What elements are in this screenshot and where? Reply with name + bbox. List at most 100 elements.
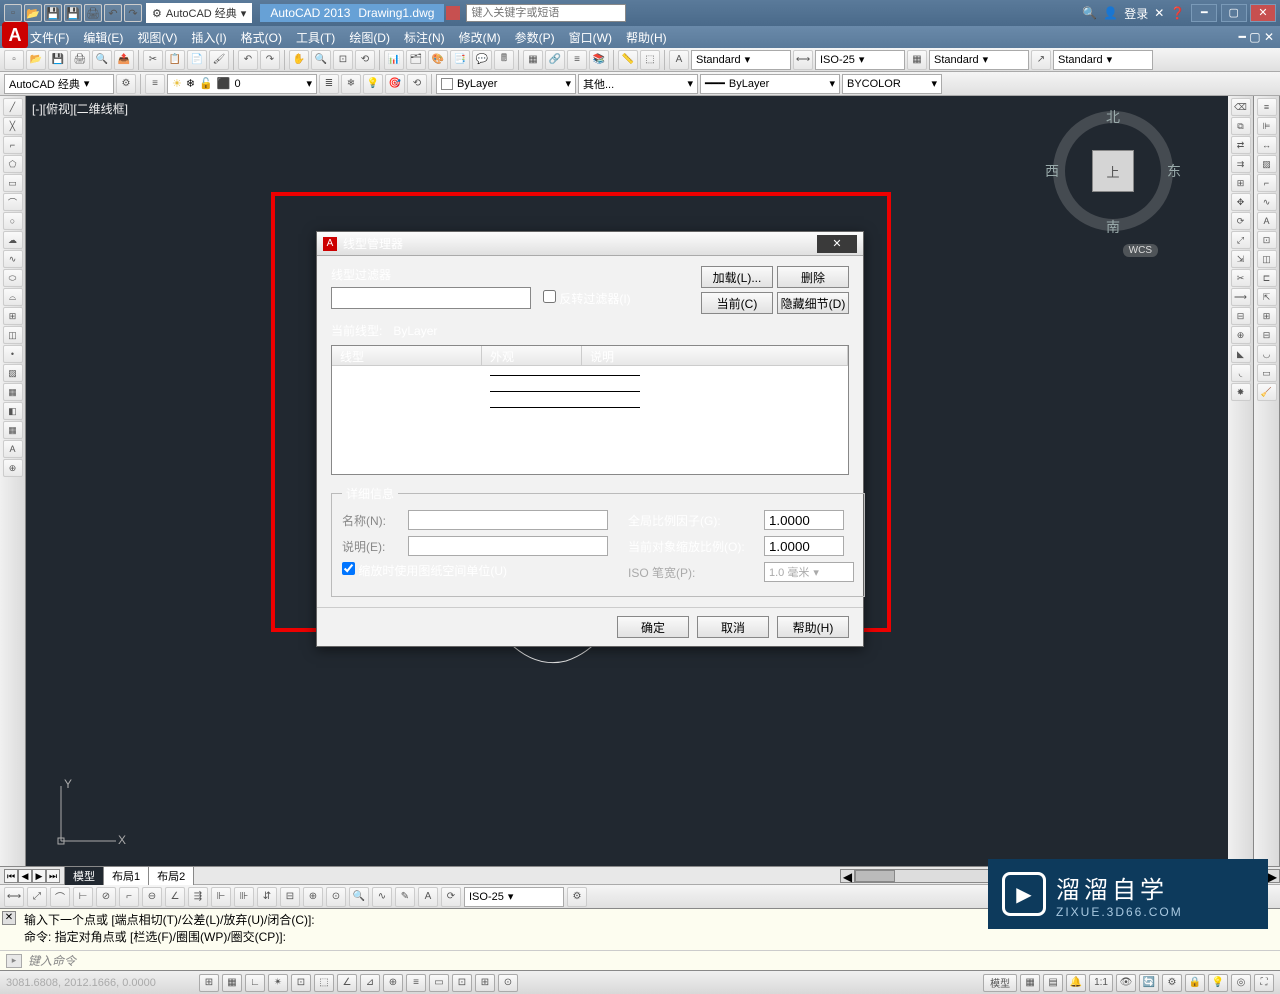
- region-icon[interactable]: ◧: [3, 402, 23, 420]
- dimstyle-mgr-icon[interactable]: ⚙: [567, 887, 587, 907]
- hardware-icon[interactable]: 💡: [1208, 974, 1228, 992]
- ducs-icon[interactable]: ⊿: [360, 974, 380, 992]
- clean-icon[interactable]: 🧹: [1257, 383, 1277, 401]
- linetype2-select[interactable]: ━━━ByLayer▾: [700, 74, 840, 94]
- doc-min-icon[interactable]: ━: [1239, 30, 1246, 44]
- break-icon[interactable]: ⊟: [1231, 307, 1251, 325]
- bycolor-select[interactable]: BYCOLOR▾: [842, 74, 942, 94]
- arc-icon[interactable]: ⌒: [3, 193, 23, 211]
- mleaderstyle-select[interactable]: Standard▾: [1053, 50, 1153, 70]
- menu-insert[interactable]: 插入(I): [191, 29, 226, 46]
- quickview2-icon[interactable]: ▤: [1043, 974, 1063, 992]
- search-input[interactable]: [466, 4, 626, 22]
- help-icon[interactable]: ❓: [1170, 6, 1185, 20]
- load-button[interactable]: 加载(L)...: [701, 266, 773, 288]
- edit-text-icon[interactable]: A: [1257, 212, 1277, 230]
- rect-icon[interactable]: ▭: [3, 174, 23, 192]
- annovisible-icon[interactable]: 👁: [1116, 974, 1136, 992]
- chamfer-icon[interactable]: ◣: [1231, 345, 1251, 363]
- object-scale-input[interactable]: [764, 536, 844, 556]
- publish-icon[interactable]: 📤: [114, 50, 134, 70]
- list-item[interactable]: ByBlock: [332, 382, 848, 398]
- dimtedit-icon[interactable]: A: [418, 887, 438, 907]
- align-icon[interactable]: ⊫: [1257, 117, 1277, 135]
- viewcube-face[interactable]: 上: [1092, 150, 1134, 192]
- col-name[interactable]: 线型: [332, 346, 482, 365]
- sc-icon[interactable]: ⊞: [475, 974, 495, 992]
- app-logo-icon[interactable]: A: [2, 22, 28, 48]
- wcs-badge[interactable]: WCS: [1123, 244, 1158, 257]
- snap-icon[interactable]: ⊞: [199, 974, 219, 992]
- filter-select[interactable]: 显示所有线型▾: [331, 287, 531, 309]
- dialog-close-button[interactable]: ✕: [817, 235, 857, 253]
- redo2-icon[interactable]: ↷: [260, 50, 280, 70]
- rotate-icon[interactable]: ⟳: [1231, 212, 1251, 230]
- copy2-icon[interactable]: ⧉: [1231, 117, 1251, 135]
- dimang-icon[interactable]: ∠: [165, 887, 185, 907]
- linetype-list[interactable]: 线型 外观 说明 ByLayer ByBlock ContinuousConti…: [331, 345, 849, 475]
- fillet-icon[interactable]: ◟: [1231, 364, 1251, 382]
- tab-first-icon[interactable]: ⏮: [4, 869, 18, 883]
- cmdline-close-icon[interactable]: ✕: [2, 911, 16, 925]
- print-icon[interactable]: 🖨: [84, 4, 102, 22]
- layeriso-icon[interactable]: ≣: [319, 74, 339, 94]
- pline-icon[interactable]: ⌐: [3, 136, 23, 154]
- model-space-button[interactable]: 模型: [983, 974, 1017, 992]
- lwt-icon[interactable]: ≡: [406, 974, 426, 992]
- isolate-icon[interactable]: ◎: [1231, 974, 1251, 992]
- stretch-icon[interactable]: ⇲: [1231, 250, 1251, 268]
- qp-icon[interactable]: ⊡: [452, 974, 472, 992]
- annoscale-icon[interactable]: 🔔: [1066, 974, 1086, 992]
- toolbar-lock-icon[interactable]: 🔒: [1185, 974, 1205, 992]
- edit-spline-icon[interactable]: ∿: [1257, 193, 1277, 211]
- close-doc-icon[interactable]: [446, 6, 460, 20]
- menu-modify[interactable]: 修改(M): [459, 29, 501, 46]
- workspace-selector[interactable]: ⚙ AutoCAD 经典 ▾: [146, 3, 252, 23]
- paperspace-checkbox[interactable]: 缩放时使用图纸空间单位(U): [342, 562, 507, 579]
- edit-hatch-icon[interactable]: ▨: [1257, 155, 1277, 173]
- ws-settings-icon[interactable]: ⚙: [116, 74, 136, 94]
- command-input[interactable]: 键入命令: [28, 952, 76, 969]
- dimord-icon[interactable]: ⊢: [73, 887, 93, 907]
- infocenter-icon[interactable]: 🔍: [1082, 6, 1097, 20]
- gradient-icon[interactable]: ▦: [3, 383, 23, 401]
- zoom-icon[interactable]: 🔍: [311, 50, 331, 70]
- drawing-canvas[interactable]: [-][俯视][二维线框] 上 北 南 东 西 WCS Y X A 线型管理器: [26, 96, 1228, 866]
- tpy-icon[interactable]: ▭: [429, 974, 449, 992]
- trim-icon[interactable]: ✂: [1231, 269, 1251, 287]
- toolpal-icon[interactable]: 🎨: [428, 50, 448, 70]
- quickcalc-icon[interactable]: 🖩: [494, 50, 514, 70]
- blockedit-icon[interactable]: ◫: [1257, 250, 1277, 268]
- 3dosnap-icon[interactable]: ⬚: [314, 974, 334, 992]
- layermatch-icon[interactable]: 🎯: [385, 74, 405, 94]
- extend-icon[interactable]: ⟶: [1231, 288, 1251, 306]
- tab-layout1[interactable]: 布局1: [103, 866, 149, 885]
- ws-switch-icon[interactable]: ⚙: [1162, 974, 1182, 992]
- extract-icon[interactable]: ⇱: [1257, 288, 1277, 306]
- dimrad-icon[interactable]: ⊘: [96, 887, 116, 907]
- viewport-label[interactable]: [-][俯视][二维线框]: [32, 100, 128, 117]
- layer-select[interactable]: ☀❄🔓⬛ 0▾: [167, 74, 317, 94]
- polar-icon[interactable]: ✴: [268, 974, 288, 992]
- layerstate-icon[interactable]: 📚: [589, 50, 609, 70]
- login-link[interactable]: 登录: [1124, 5, 1148, 22]
- move-icon[interactable]: ✥: [1231, 193, 1251, 211]
- am-icon[interactable]: ⊙: [498, 974, 518, 992]
- tab-next-icon[interactable]: ▶: [32, 869, 46, 883]
- tab-prev-icon[interactable]: ◀: [18, 869, 32, 883]
- dimbase-icon[interactable]: ⊩: [211, 887, 231, 907]
- diminspect-icon[interactable]: 🔍: [349, 887, 369, 907]
- other-select[interactable]: 其他...▾: [578, 74, 698, 94]
- hidedetail-button[interactable]: 隐藏细节(D): [777, 292, 849, 314]
- dimcont-icon[interactable]: ⊪: [234, 887, 254, 907]
- properties-icon[interactable]: 📊: [384, 50, 404, 70]
- ok-button[interactable]: 确定: [617, 616, 689, 638]
- measure-icon[interactable]: 📏: [618, 50, 638, 70]
- menu-view[interactable]: 视图(V): [137, 29, 177, 46]
- quickview-icon[interactable]: ▦: [1020, 974, 1040, 992]
- ortho-icon[interactable]: ∟: [245, 974, 265, 992]
- text-icon[interactable]: A: [669, 50, 689, 70]
- cmd-prompt-icon[interactable]: ▸: [6, 954, 22, 968]
- layerfrz-icon[interactable]: ❄: [341, 74, 361, 94]
- tab-last-icon[interactable]: ⏭: [46, 869, 60, 883]
